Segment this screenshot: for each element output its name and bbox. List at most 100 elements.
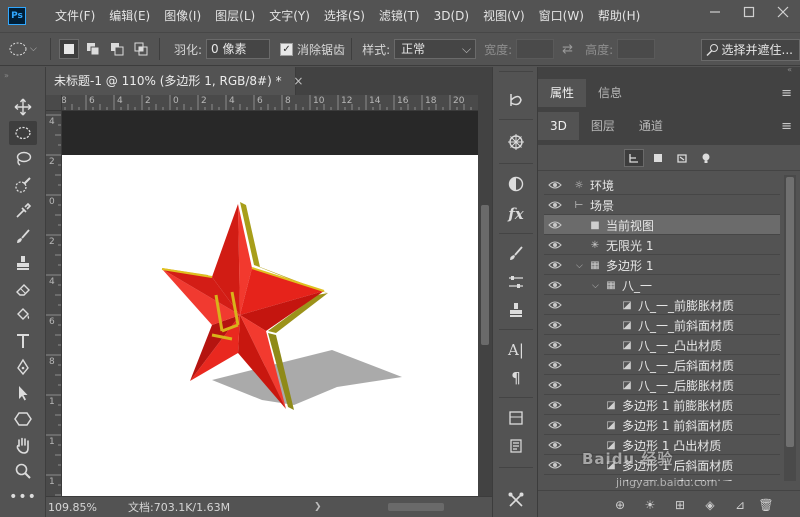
tab-layers[interactable]: 图层 (579, 112, 627, 140)
new-item-icon[interactable]: ⊿ (732, 497, 748, 513)
type-tool[interactable] (9, 329, 37, 353)
visibility-eye-icon[interactable] (548, 280, 562, 290)
horizontal-scrollbar[interactable] (336, 497, 492, 517)
new-selection-button[interactable] (59, 39, 79, 59)
paragraph-panel-button[interactable]: ¶ (502, 365, 530, 391)
style-select[interactable]: 正常 ⌵ (394, 39, 477, 59)
move-tool[interactable] (9, 95, 37, 119)
render-icon[interactable]: ◈ (702, 497, 718, 513)
canvas-pasteboard[interactable] (62, 111, 478, 496)
menu-item[interactable]: 编辑(E) (102, 5, 157, 27)
character-panel-button[interactable]: A| (502, 337, 530, 363)
menu-item[interactable]: 文件(F) (48, 5, 102, 27)
chevron-down-icon[interactable]: ⌵ (592, 281, 604, 291)
pen-tool[interactable] (9, 355, 37, 379)
polygon-shape-tool[interactable] (9, 407, 37, 431)
visibility-eye-icon[interactable] (548, 400, 562, 410)
brush-tool[interactable] (9, 225, 37, 249)
scene-tree-row[interactable]: ◪ 多边形 1 前斜面材质 (544, 415, 780, 435)
mesh-filter-button[interactable] (648, 149, 668, 167)
visibility-eye-icon[interactable] (548, 300, 562, 310)
brush-settings-button[interactable] (502, 269, 530, 295)
select-and-mask-button[interactable]: 选择并遮住... (700, 39, 800, 61)
ruler-origin[interactable] (46, 95, 62, 111)
visibility-eye-icon[interactable] (548, 380, 562, 390)
chevron-down-icon[interactable]: ⌵ (576, 261, 588, 271)
zoom-level[interactable]: 109.85% (48, 501, 112, 514)
scene-tree-row[interactable]: ⌵ ▦ 多边形 1 (544, 255, 780, 275)
document-canvas[interactable] (62, 155, 478, 496)
scene-tree-row[interactable]: ☼ 环境 (544, 175, 780, 195)
add-to-selection-button[interactable] (83, 39, 103, 59)
subtract-from-selection-button[interactable] (107, 39, 127, 59)
lasso-tool[interactable] (9, 147, 37, 171)
material-filter-button[interactable] (672, 149, 692, 167)
ellipse-marquee-tool[interactable] (9, 121, 37, 145)
tab-info[interactable]: 信息 (586, 79, 634, 107)
menu-item[interactable]: 3D(D) (427, 5, 476, 27)
tools-options-button[interactable] (502, 487, 530, 513)
brushes-panel-button[interactable] (502, 241, 530, 267)
close-icon[interactable]: × (293, 74, 303, 88)
panel-grip[interactable]: » (4, 71, 9, 80)
zoom-tool[interactable] (9, 459, 37, 483)
minimize-button[interactable] (698, 0, 732, 24)
scene-tree-row[interactable]: ◪ 八_一_前膨胀材质 (544, 295, 780, 315)
antialias-checkbox[interactable]: ✓ (280, 42, 294, 56)
scene-tree-row[interactable]: ⊢ 场景 (544, 195, 780, 215)
scene-tree-row[interactable]: ◪ 八_一_凸出材质 (544, 335, 780, 355)
canvas-vertical-scrollbar[interactable] (478, 95, 492, 496)
ground-plane-icon[interactable]: ⊕ (612, 497, 628, 513)
status-menu-arrow[interactable]: ❯ (314, 502, 322, 512)
properties-panel-button[interactable] (502, 405, 530, 431)
panel-vertical-scrollbar[interactable] (784, 175, 796, 481)
light-icon[interactable]: ☀ (642, 497, 658, 513)
visibility-eye-icon[interactable] (548, 240, 562, 250)
visibility-eye-icon[interactable] (548, 220, 562, 230)
panel-grip[interactable]: « (787, 65, 792, 74)
light-filter-button[interactable] (696, 149, 716, 167)
visibility-eye-icon[interactable] (548, 360, 562, 370)
scene-tree-row[interactable]: ■ 当前视图 (544, 215, 780, 235)
tool-preset-picker[interactable]: ⌵ (8, 41, 44, 57)
visibility-eye-icon[interactable] (548, 420, 562, 430)
trash-icon[interactable]: 🗑 (758, 497, 774, 513)
visibility-eye-icon[interactable] (548, 260, 562, 270)
path-selection-tool[interactable] (9, 381, 37, 405)
tab-3d[interactable]: 3D (538, 112, 579, 140)
adjustments-panel-button[interactable] (502, 171, 530, 197)
horizontal-ruler[interactable]: 864202468101214161820 (62, 95, 478, 111)
scene-filter-button[interactable] (624, 149, 644, 167)
scene-tree-row[interactable]: ⌵ ▦ 八_一 (544, 275, 780, 295)
panel-menu-icon[interactable]: ≡ (781, 119, 792, 134)
maximize-button[interactable] (732, 0, 766, 24)
menu-item[interactable]: 图层(L) (208, 5, 262, 27)
feather-input[interactable]: 0 像素 (206, 39, 271, 59)
close-button[interactable] (766, 0, 800, 24)
eraser-tool[interactable] (9, 277, 37, 301)
tab-channels[interactable]: 通道 (627, 112, 675, 140)
width-input[interactable] (516, 39, 555, 59)
panel-menu-icon[interactable]: ≡ (781, 86, 792, 101)
vertical-ruler[interactable]: 4 2 0 2 4 6 8 1 1 1 (46, 111, 62, 496)
scene-tree-row[interactable]: ◪ 八_一_后膨胀材质 (544, 375, 780, 395)
history-panel-button[interactable] (502, 87, 530, 113)
height-input[interactable] (617, 39, 656, 59)
scene-tree-row[interactable]: ◪ 多边形 1 前膨胀材质 (544, 395, 780, 415)
visibility-eye-icon[interactable] (548, 480, 562, 481)
menu-item[interactable]: 图像(I) (157, 5, 208, 27)
visibility-eye-icon[interactable] (548, 460, 562, 470)
menu-item[interactable]: 窗口(W) (532, 5, 591, 27)
intersect-selection-button[interactable] (131, 39, 151, 59)
scene-tree-row[interactable]: ◪ 八_一_前斜面材质 (544, 315, 780, 335)
more-tools[interactable]: ••• (9, 485, 37, 509)
document-tab[interactable]: 未标题-1 @ 110% (多边形 1, RGB/8#) * × (46, 67, 303, 95)
3d-navigation-button[interactable] (502, 129, 530, 155)
scrollbar-thumb[interactable] (786, 177, 794, 447)
clone-source-button[interactable] (502, 297, 530, 323)
styles-panel-button[interactable]: fx (502, 201, 530, 227)
visibility-eye-icon[interactable] (548, 440, 562, 450)
quick-selection-tool[interactable] (9, 173, 37, 197)
paint-bucket-tool[interactable] (9, 303, 37, 327)
hand-tool[interactable] (9, 433, 37, 457)
